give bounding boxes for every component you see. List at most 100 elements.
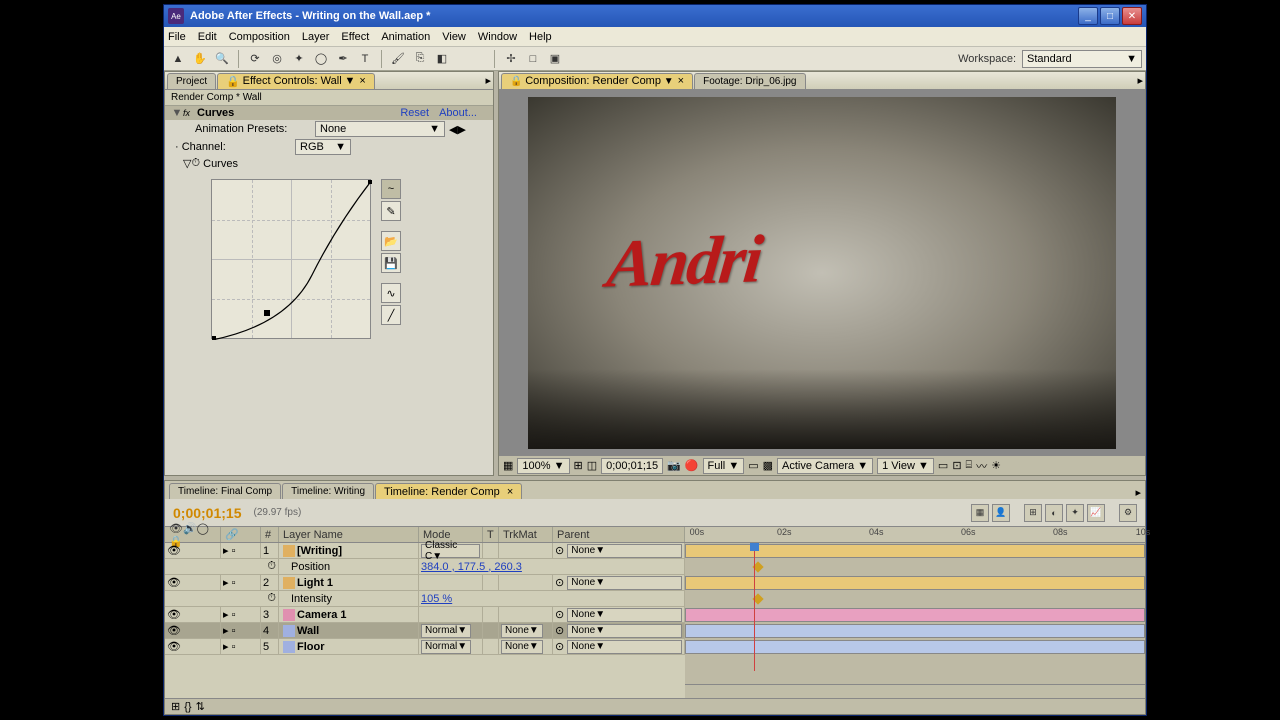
fast-preview-icon[interactable]: ⊡ (952, 459, 961, 472)
tab-effect-controls[interactable]: 🔒 Effect Controls: Wall ▼× (217, 73, 375, 89)
menu-window[interactable]: Window (478, 31, 517, 43)
roi-icon[interactable]: ▭ (748, 459, 758, 472)
parent-dropdown[interactable]: None▼ (567, 608, 682, 622)
minimize-button[interactable]: _ (1078, 7, 1098, 25)
motion-blur-icon[interactable]: ◐ (1045, 504, 1063, 522)
layer-row[interactable]: 👁 ▸ ▫ 2 Light 1 ⊙ None▼ (165, 575, 685, 591)
close-tab-icon[interactable]: × (359, 75, 365, 87)
curve-smooth-button[interactable]: ∿ (381, 283, 401, 303)
layer-row[interactable]: 👁 ▸ ▫ 3 Camera 1 ⊙ None▼ (165, 607, 685, 623)
mask-toggle-icon[interactable]: ◫ (587, 459, 597, 472)
layer-row[interactable]: 👁 ▸ ▫ 1 [Writing] Classic C▼ ⊙ None▼ (165, 543, 685, 559)
toggle-switches-icon[interactable]: ⊞ (171, 700, 180, 713)
safe-zones-icon[interactable]: ⊞ (574, 459, 583, 472)
blend-mode-dropdown[interactable]: Classic C▼ (421, 544, 480, 558)
preset-next-icon[interactable]: ▶ (457, 123, 465, 136)
shy-icon[interactable]: 👤 (992, 504, 1010, 522)
close-tab-icon[interactable]: × (678, 75, 684, 87)
menu-effect[interactable]: Effect (341, 31, 369, 43)
grid-icon[interactable]: ▦ (503, 459, 513, 472)
tab-timeline-writing[interactable]: Timeline: Writing (282, 483, 374, 499)
parent-dropdown[interactable]: None▼ (567, 544, 682, 558)
label-icon[interactable]: ▫ (232, 625, 236, 637)
layer-row[interactable]: 👁 ▸ ▫ 5 Floor Normal▼ None▼ ⊙ None▼ (165, 639, 685, 655)
panel-menu-icon[interactable]: ▸ (485, 74, 491, 87)
channel-icon[interactable]: 🔴 (685, 459, 699, 472)
tab-composition[interactable]: 🔒 Composition: Render Comp ▼× (501, 73, 693, 89)
resolution-dropdown[interactable]: Full ▼ (703, 458, 745, 474)
playhead[interactable] (754, 543, 755, 671)
camera-dropdown[interactable]: Active Camera ▼ (777, 458, 873, 474)
parent-dropdown[interactable]: None▼ (567, 576, 682, 590)
label-icon[interactable]: ▫ (232, 609, 236, 621)
menu-view[interactable]: View (442, 31, 466, 43)
workspace-dropdown[interactable]: Standard▼ (1022, 50, 1142, 68)
search-icon[interactable]: ⚙ (1119, 504, 1137, 522)
pen-tool[interactable]: ✒ (333, 49, 353, 69)
menu-help[interactable]: Help (529, 31, 552, 43)
mask-tool[interactable]: ◯ (311, 49, 331, 69)
comp-mini-icon[interactable]: ▦ (971, 504, 989, 522)
transparency-icon[interactable]: ▩ (763, 459, 773, 472)
blend-mode-dropdown[interactable]: Normal▼ (421, 624, 471, 638)
property-value[interactable]: 105 % (421, 593, 452, 605)
property-row[interactable]: ⏱ Position 384.0 , 177.5 , 260.3 (165, 559, 685, 575)
anim-presets-dropdown[interactable]: None▼ (315, 121, 445, 137)
curves-graph[interactable] (211, 179, 371, 339)
twirl-icon[interactable]: ▸ (223, 608, 229, 621)
channel-dropdown[interactable]: RGB▼ (295, 139, 351, 155)
time-display[interactable]: 0;00;01;15 (601, 458, 663, 474)
stopwatch-icon[interactable]: ⏱ (191, 157, 200, 170)
preset-prev-icon[interactable]: ◀ (449, 123, 457, 136)
view-dropdown[interactable]: 1 View ▼ (877, 458, 934, 474)
menu-animation[interactable]: Animation (381, 31, 430, 43)
property-row[interactable]: ⏱ Intensity 105 % (165, 591, 685, 607)
graph-editor-icon[interactable]: 📈 (1087, 504, 1105, 522)
about-link[interactable]: About... (439, 107, 477, 119)
fx-icon[interactable]: fx (183, 108, 197, 118)
visibility-icon[interactable]: 👁 (167, 640, 181, 653)
curve-save-button[interactable]: 💾 (381, 253, 401, 273)
eraser-tool[interactable]: ◧ (432, 49, 452, 69)
text-tool[interactable]: T (355, 49, 375, 69)
hand-tool[interactable]: ✋ (190, 49, 210, 69)
pickwhip-icon[interactable]: ⊙ (555, 544, 564, 557)
parent-dropdown[interactable]: None▼ (567, 640, 682, 654)
label-icon[interactable]: ▫ (232, 577, 236, 589)
tab-timeline-render[interactable]: Timeline: Render Comp × (375, 483, 522, 499)
menu-composition[interactable]: Composition (229, 31, 290, 43)
axis-mode-icon[interactable]: ✢ (501, 49, 521, 69)
curve-pencil-button[interactable]: ✎ (381, 201, 401, 221)
trkmat-dropdown[interactable]: None▼ (501, 624, 543, 638)
twirl-icon[interactable]: ▸ (223, 576, 229, 589)
rotate-tool[interactable]: ⟳ (245, 49, 265, 69)
pickwhip-icon[interactable]: ⊙ (555, 576, 564, 589)
menu-layer[interactable]: Layer (302, 31, 330, 43)
zoom-tool[interactable]: 🔍 (212, 49, 232, 69)
pickwhip-icon[interactable]: ⊙ (555, 608, 564, 621)
visibility-icon[interactable]: 👁 (167, 608, 181, 621)
property-value[interactable]: 384.0 , 177.5 , 260.3 (421, 561, 522, 573)
visibility-icon[interactable]: 👁 (167, 624, 181, 637)
visibility-icon[interactable]: 👁 (167, 544, 181, 557)
reset-link[interactable]: Reset (400, 107, 429, 119)
toggle-modes-icon[interactable]: {} (184, 701, 191, 713)
close-button[interactable]: ✕ (1122, 7, 1142, 25)
pan-behind-tool[interactable]: ✦ (289, 49, 309, 69)
selection-tool[interactable]: ▲ (168, 49, 188, 69)
axis-mode-3-icon[interactable]: ▣ (545, 49, 565, 69)
label-icon[interactable]: ▫ (232, 545, 236, 557)
panel-menu-icon[interactable]: ▸ (1137, 74, 1143, 87)
curve-linear-button[interactable]: ╱ (381, 305, 401, 325)
trkmat-dropdown[interactable]: None▼ (501, 640, 543, 654)
tab-timeline-final[interactable]: Timeline: Final Comp (169, 483, 281, 499)
brainstorm-icon[interactable]: ✦ (1066, 504, 1084, 522)
curve-bezier-button[interactable]: ~ (381, 179, 401, 199)
camera-tool[interactable]: ◎ (267, 49, 287, 69)
zoom-dropdown[interactable]: 100% ▼ (517, 458, 569, 474)
snapshot-icon[interactable]: 📷 (667, 459, 681, 472)
twirl-icon[interactable]: ▸ (223, 640, 229, 653)
pickwhip-icon[interactable]: ⊙ (555, 624, 564, 637)
menu-file[interactable]: File (168, 31, 186, 43)
twirl-icon[interactable]: ▼ (171, 107, 183, 119)
